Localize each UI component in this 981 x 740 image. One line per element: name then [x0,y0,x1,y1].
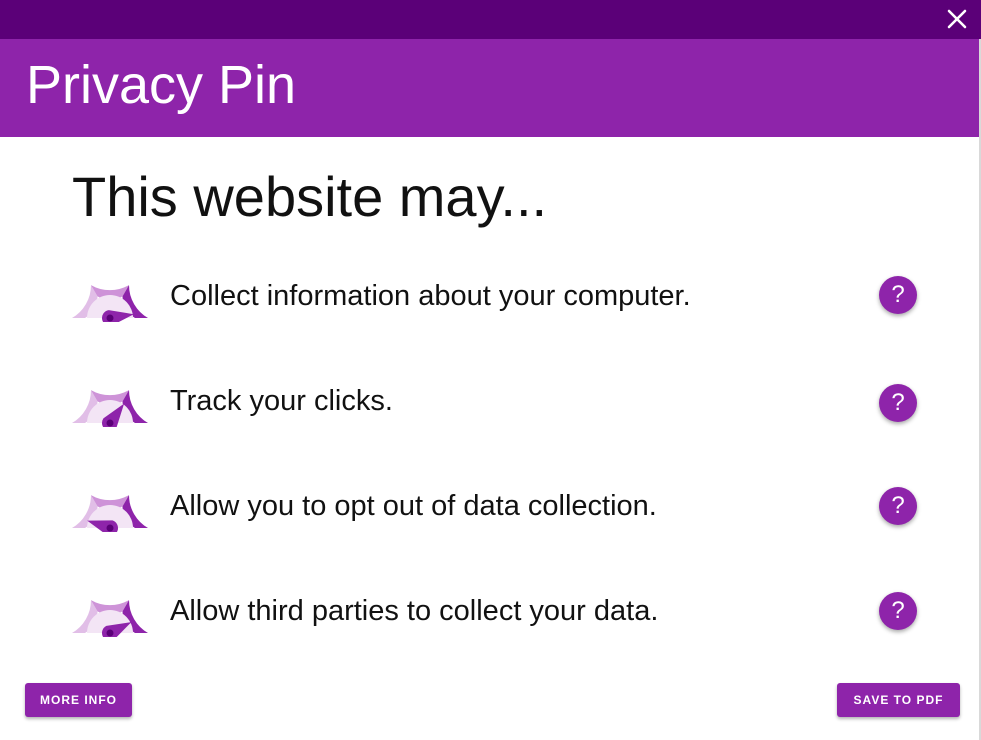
item-label: Collect information about your computer. [170,280,691,312]
list-item: Allow you to opt out of data collection.… [70,480,920,540]
list-item: Track your clicks. ? [70,375,920,435]
help-button[interactable]: ? [879,487,917,525]
risk-gauge-icon [72,390,148,427]
top-bar [0,0,981,39]
question-mark-icon: ? [891,389,905,416]
item-label: Allow you to opt out of data collection. [170,490,657,522]
page-heading: This website may... [72,165,548,228]
app-header: Privacy Pin [0,39,979,137]
question-mark-icon: ? [891,492,905,519]
save-to-pdf-button[interactable]: SAVE TO PDF [837,683,960,717]
close-icon [947,9,967,29]
more-info-button[interactable]: MORE INFO [25,683,132,717]
item-label: Allow third parties to collect your data… [170,595,659,627]
risk-gauge-icon [72,495,148,532]
item-label: Track your clicks. [170,385,393,417]
question-mark-icon: ? [891,597,905,624]
app-title: Privacy Pin [26,55,297,115]
risk-gauge-icon [72,600,148,637]
list-item: Collect information about your computer.… [70,270,920,330]
close-button[interactable] [943,5,971,33]
question-mark-icon: ? [891,281,905,308]
help-button[interactable]: ? [879,592,917,630]
privacy-pin-window: Privacy Pin This website may... Collect … [0,0,981,740]
risk-gauge-icon [72,285,148,322]
list-item: Allow third parties to collect your data… [70,585,920,645]
help-button[interactable]: ? [879,384,917,422]
help-button[interactable]: ? [879,276,917,314]
